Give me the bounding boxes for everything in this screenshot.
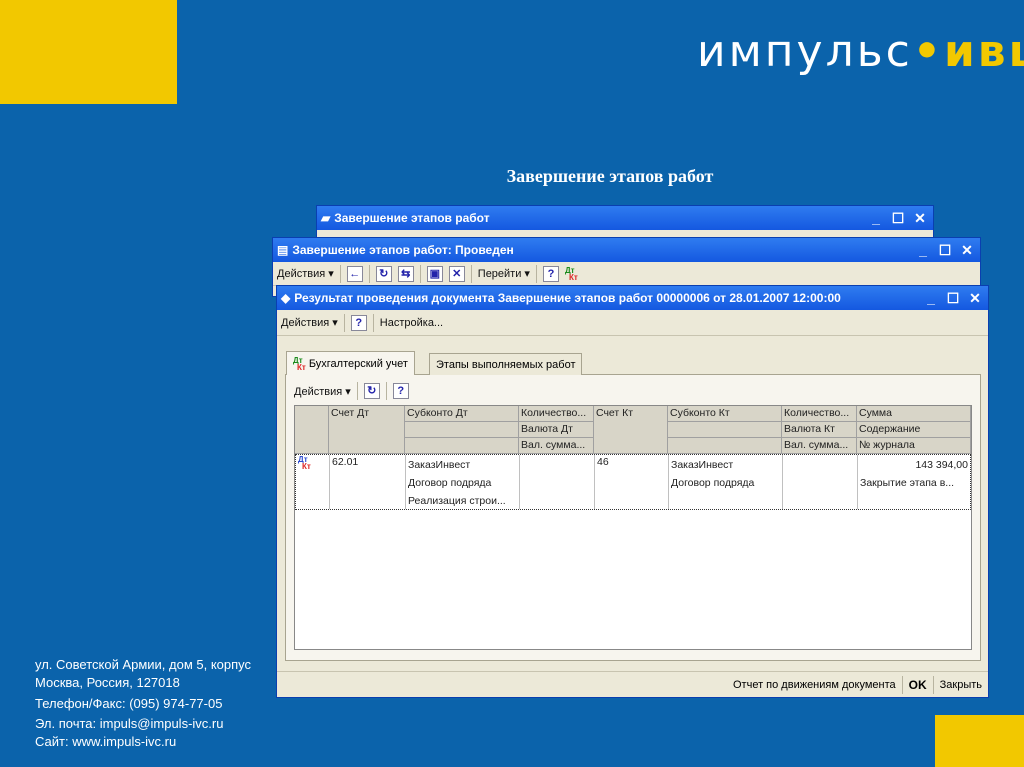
actions-menu[interactable]: Действия ▾ — [281, 316, 338, 329]
dt-kt-icon: Дт Кт — [293, 355, 306, 372]
middle-window-titlebar[interactable]: ▤ Завершение этапов работ: Проведен _ ☐ ✕ — [273, 238, 980, 262]
post-icon[interactable]: ▣ — [426, 265, 443, 282]
back-window-titlebar[interactable]: ▰ Завершение этапов работ _ ☐ ✕ — [317, 206, 933, 230]
tab-label: Бухгалтерский учет — [308, 357, 408, 370]
window-title: Результат проведения документа Завершени… — [294, 291, 841, 305]
email: Эл. почта: impuls@impuls-ivc.ru — [35, 716, 224, 731]
middle-toolbar: Действия ▾ ← ↻ ⇆ ▣ ✕ Перейти ▾ ? Дт Кт — [273, 262, 980, 286]
minimize-button[interactable]: _ — [867, 210, 885, 226]
corner-block-top — [0, 0, 177, 104]
copy-doc-icon[interactable]: ⇆ — [397, 265, 414, 282]
header-valuta-kt[interactable]: Валюта Кт — [782, 422, 857, 438]
table-row[interactable]: Дт Кт 62.01 ЗаказИнвест Договор подряда Реа… — [295, 454, 971, 510]
slide-title: Завершение этапов работ — [506, 166, 714, 186]
cell-subkonto-dt: ЗаказИнвест Договор подряда Реализация стр… — [406, 455, 520, 509]
close-window-button[interactable]: Закрыть — [940, 679, 982, 691]
corner-block-bottom — [935, 715, 1024, 767]
maximize-button[interactable]: ☐ — [889, 210, 907, 227]
result-toolbar: Действия ▾ ? Настройка... — [277, 310, 988, 336]
header-journal[interactable]: № журнала — [857, 438, 971, 454]
cell-summa: 143 394,00 Закрытие этапа в... — [860, 459, 968, 489]
logo-accent: ивц — [943, 26, 1024, 77]
help-icon[interactable]: ? — [392, 383, 409, 399]
refresh-doc-icon[interactable]: ↻ — [375, 265, 392, 282]
phone: Телефон/Факс: (095) 974-77-05 — [35, 696, 223, 711]
maximize-button[interactable]: ☐ — [944, 290, 962, 307]
maximize-button[interactable]: ☐ — [936, 242, 954, 259]
grid-toolbar: Действия ▾ ↻ ? — [290, 379, 409, 403]
window-title: Завершение этапов работ — [334, 211, 490, 225]
header-kol-dt[interactable]: Количество... — [519, 406, 594, 422]
actions-menu[interactable]: Действия ▾ — [277, 267, 334, 280]
header-kol-kt[interactable]: Количество... — [782, 406, 857, 422]
logo-text: импульс — [697, 26, 913, 77]
header-soderzhanie[interactable]: Содержание — [857, 422, 971, 438]
goto-menu[interactable]: Перейти ▾ — [478, 267, 530, 280]
website: Сайт: www.impuls-ivc.ru — [35, 734, 177, 749]
help-icon[interactable]: ? — [350, 314, 367, 331]
minimize-button[interactable]: _ — [922, 290, 940, 306]
ok-button[interactable]: OK — [909, 678, 927, 692]
tab-work-stages[interactable]: Этапы выполняемых работ — [429, 353, 583, 375]
header-subkonto-dt[interactable]: Субконто Дт — [405, 406, 519, 422]
settings-button[interactable]: Настройка... — [380, 317, 443, 329]
folder-icon: ▰ — [321, 211, 331, 225]
header-summa[interactable]: Сумма — [857, 406, 971, 422]
tab-label: Этапы выполняемых работ — [436, 358, 576, 371]
result-window: ◆ Результат проведения документа Завершен… — [276, 285, 989, 698]
window-title: Завершение этапов работ: Проведен — [292, 243, 514, 257]
header-valuta-dt[interactable]: Валюта Дт — [519, 422, 594, 438]
header-valsum-dt[interactable]: Вал. сумма... — [519, 438, 594, 454]
help-icon[interactable]: ? — [542, 265, 559, 282]
postings-grid[interactable]: Счет Дт Субконто Дт Количество... Валюта… — [294, 405, 972, 650]
header-schet-dt[interactable]: Счет Дт — [329, 406, 405, 454]
close-button[interactable]: ✕ — [911, 210, 929, 227]
dt-kt-icon: Дт Кт — [298, 455, 311, 471]
header-subkonto-kt[interactable]: Субконто Кт — [668, 406, 782, 422]
minimize-button[interactable]: _ — [914, 242, 932, 258]
movements-report-button[interactable]: Отчет по движениям документа — [733, 679, 896, 691]
result-window-titlebar[interactable]: ◆ Результат проведения документа Завершен… — [277, 286, 988, 310]
status-bar: Отчет по движениям документа OK Закрыть — [277, 671, 988, 697]
address-city: Москва, Россия, 127018 — [35, 675, 180, 690]
header-valsum-kt[interactable]: Вал. сумма... — [782, 438, 857, 454]
cell-schet-kt: 46 — [595, 455, 669, 509]
close-button[interactable]: ✕ — [958, 242, 976, 259]
logo-dot: • — [912, 26, 944, 77]
header-schet-kt[interactable]: Счет Кт — [594, 406, 668, 454]
unpost-icon[interactable]: ✕ — [448, 265, 465, 282]
actions-menu[interactable]: Действия ▾ — [294, 385, 351, 398]
tab-panel: Дт Кт Бухгалтерский учет Этапы выполняемых… — [285, 351, 981, 661]
refresh-icon[interactable]: ↻ — [363, 383, 380, 399]
address-line: ул. Советской Армии, дом 5, корпус — [35, 657, 252, 672]
posting-icon: ◆ — [281, 291, 291, 305]
back-arrow-icon[interactable]: ← — [346, 265, 363, 282]
document-icon: ▤ — [277, 243, 289, 257]
cell-schet-dt: 62.01 — [330, 455, 406, 509]
logo: импульс•ивц — [697, 26, 1024, 77]
tab-accounting[interactable]: Дт Кт Бухгалтерский учет — [286, 351, 415, 375]
dt-kt-icon[interactable]: Дт Кт — [565, 266, 578, 281]
close-button[interactable]: ✕ — [966, 290, 984, 307]
cell-subkonto-kt: ЗаказИнвест Договор подряда — [669, 455, 783, 509]
